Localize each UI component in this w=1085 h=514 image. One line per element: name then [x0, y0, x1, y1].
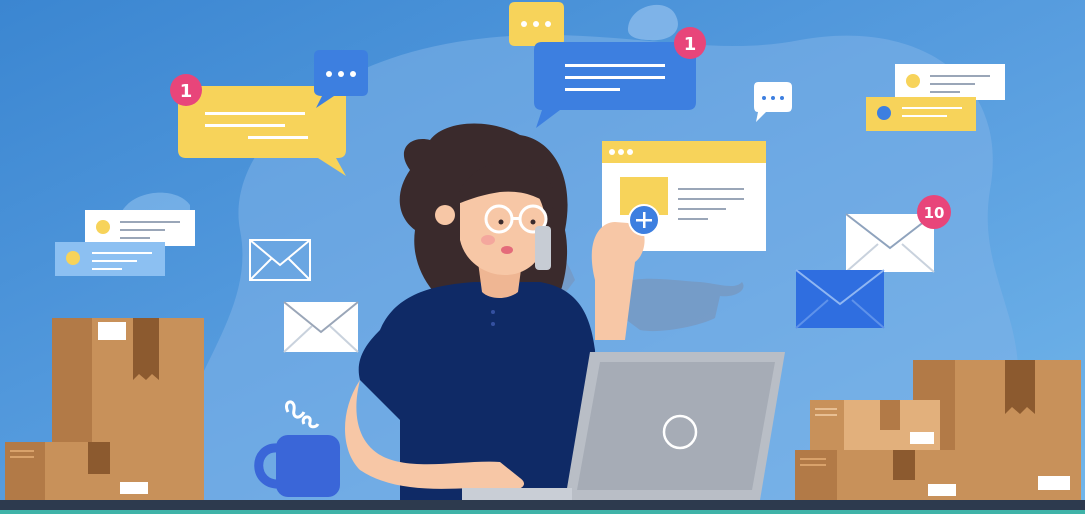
envelope-badge-count: 10 [924, 204, 945, 222]
notification-card [866, 97, 976, 131]
notification-card [55, 242, 165, 276]
notification-badge-icon: 10 [917, 195, 951, 229]
package-box-icon [810, 400, 940, 452]
notification-badge-icon: 1 [170, 74, 202, 106]
envelope-icon [283, 301, 359, 353]
envelope-icon [795, 269, 885, 329]
package-box-icon [5, 442, 157, 500]
notification-card [85, 210, 195, 246]
package-box-icon [795, 450, 965, 500]
notification-badge-icon: 1 [674, 27, 706, 59]
yellow-bubble-badge-count: 1 [180, 81, 193, 102]
blue-bubble-badge-count: 1 [684, 34, 697, 55]
desk-edge [0, 510, 1085, 514]
illustration-scene: 1 1 10 [0, 0, 1085, 514]
plus-icon [628, 204, 660, 236]
notification-card [895, 64, 1005, 100]
